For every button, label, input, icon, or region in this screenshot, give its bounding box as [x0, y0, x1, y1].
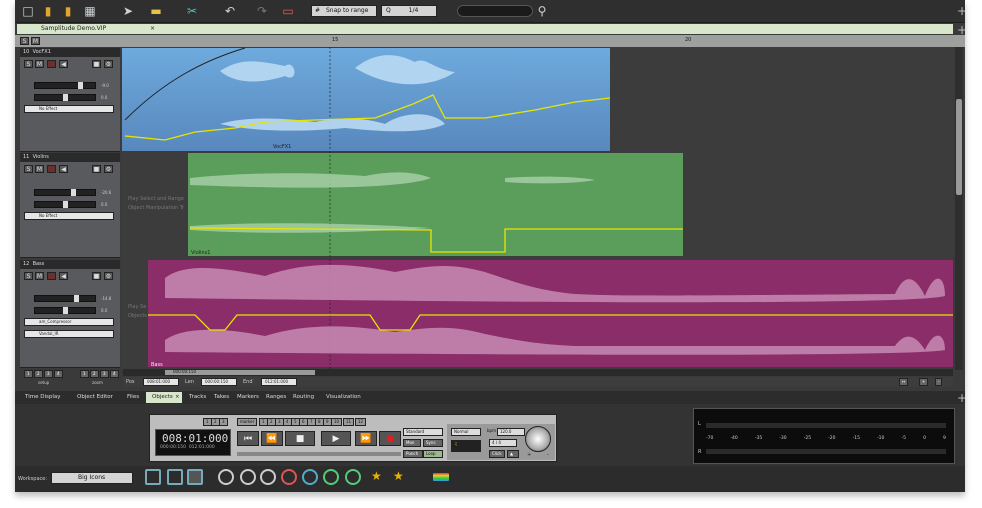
pre-button[interactable]: 3 — [219, 418, 228, 426]
standard-select[interactable]: Standard — [403, 428, 443, 436]
time-display[interactable]: 008:01:000 000:00:150 012:01:000 — [155, 429, 231, 456]
meter-right-label: R — [698, 449, 702, 455]
waveform — [190, 172, 595, 188]
punch-button[interactable]: Punch — [403, 450, 423, 458]
object-label: Bass — [151, 362, 163, 368]
setup-slot[interactable]: 4 — [54, 370, 63, 378]
move-icon[interactable] — [218, 469, 234, 485]
workspace-label: Workspace: — [18, 476, 48, 482]
marker-buttons: 1 2 3 4 5 6 7 8 9 10 11 12 — [259, 418, 399, 426]
record-button[interactable]: ● — [379, 431, 401, 446]
tab-routing[interactable]: Routing — [287, 392, 320, 403]
bpm-value[interactable]: 120.0 — [497, 428, 525, 436]
meter-scale: -70 -40 -35 -30 -25 -20 -15 -10 -5 0 9 — [706, 436, 946, 441]
tab-object-editor[interactable]: Object Editor — [71, 392, 119, 403]
tab-time-display[interactable]: Time Display — [19, 392, 66, 403]
end-value[interactable]: 012:01:000 — [261, 378, 297, 386]
loop-icon[interactable] — [302, 469, 318, 485]
stop-icon[interactable] — [281, 469, 297, 485]
pos-label: Pos — [126, 379, 135, 385]
waveform — [220, 55, 455, 85]
fader-icon[interactable] — [167, 469, 183, 485]
curve-line — [124, 47, 246, 121]
zoom-out-icon[interactable]: - — [935, 378, 943, 386]
tab-close-icon[interactable]: × — [173, 392, 182, 403]
level-meter: L R -70 -40 -35 -30 -25 -20 -15 -10 -5 0 9 — [693, 408, 955, 464]
snap-icon[interactable] — [345, 469, 361, 485]
marker-button[interactable]: 12 — [355, 418, 367, 426]
len-value[interactable]: 000:00:150 — [201, 378, 237, 386]
position-bar: Pos 008:01:000 Len 000:00:150 End 012:01… — [123, 377, 953, 387]
click-button[interactable]: Click — [489, 450, 505, 458]
len-label: Len — [185, 379, 194, 385]
zoom-in-icon[interactable]: + — [919, 378, 929, 386]
zoom-slot[interactable]: 1 — [80, 370, 89, 378]
setup-label: setup — [38, 380, 50, 385]
setup-slot[interactable]: 1 — [24, 370, 33, 378]
eye-icon[interactable] — [260, 469, 276, 485]
end-label: End — [243, 379, 253, 385]
pos-value[interactable]: 008:01:000 — [143, 378, 179, 386]
zoom-slot[interactable]: 2 — [90, 370, 99, 378]
envelope — [148, 314, 953, 331]
waveform — [165, 326, 945, 355]
tab-files[interactable]: Files — [121, 392, 145, 403]
stop-button[interactable]: ■ — [285, 431, 315, 446]
object-label: Violins1 — [191, 250, 211, 256]
waveform — [165, 264, 945, 303]
view-icon[interactable] — [323, 469, 339, 485]
waveform — [220, 114, 445, 132]
normal-select[interactable]: Normal — [451, 428, 481, 436]
knob-minus: - — [547, 452, 549, 458]
zoom-fit-icon[interactable]: ↔ — [899, 378, 909, 386]
arrangement-overlay — [124, 47, 953, 370]
scroll-time: 000:00:150 — [173, 369, 197, 374]
mixer-icon[interactable] — [145, 469, 161, 485]
edit-icon[interactable] — [187, 469, 203, 485]
workspace-select[interactable]: Big Icons — [51, 472, 133, 484]
setup-slot[interactable]: 2 — [34, 370, 43, 378]
object-label: VocFX1 — [273, 144, 292, 150]
meter-left-label: L — [698, 421, 701, 427]
zoom-slot[interactable]: 3 — [100, 370, 109, 378]
app-window: □ ▮ ▮ ▦ ➤ ▬ ✂ ↶ ↷ ▭ # Snap to range Q 1/… — [15, 0, 965, 492]
setup-panel: 1 2 3 4 1 2 3 4 setup zoom — [20, 370, 120, 388]
rewind-button[interactable]: ⏪ — [261, 431, 283, 446]
horizontal-scrollbar[interactable]: 000:00:150 — [123, 369, 953, 376]
join-icon[interactable]: ★ — [393, 469, 409, 485]
loop-button[interactable]: Loop — [423, 450, 443, 458]
transport-slider[interactable] — [237, 452, 401, 456]
time-sub-right: 012:01:000 — [188, 445, 215, 450]
split-icon[interactable]: ★ — [371, 469, 387, 485]
rewind-start-button[interactable]: ⏮ — [237, 431, 259, 446]
mon-button[interactable]: Mon — [403, 439, 421, 447]
time-signature[interactable]: 4 / 4 — [489, 439, 517, 447]
play-button[interactable]: ▶ — [321, 431, 351, 446]
metronome-icon[interactable]: ▲ — [507, 450, 519, 458]
marker-button[interactable]: 11 — [343, 418, 355, 426]
setup-slot[interactable]: 3 — [44, 370, 53, 378]
tab-visualization[interactable]: Visualization — [320, 392, 367, 403]
knob-plus: + — [527, 452, 532, 458]
time-sub-left: 000:00:150 — [160, 445, 186, 450]
time-value: 008:01:000 — [162, 432, 229, 445]
forward-button[interactable]: ⏩ — [355, 431, 377, 446]
rainbow-icon[interactable] — [433, 473, 449, 481]
zoom-tool-icon[interactable] — [240, 469, 256, 485]
envelope — [124, 94, 611, 141]
sync-button[interactable]: Sync — [423, 439, 443, 447]
zoom-label: zoom — [92, 380, 103, 385]
master-knob[interactable] — [525, 426, 551, 452]
tempo-icon: ♫ — [451, 440, 481, 452]
marker-label[interactable]: marker — [237, 418, 258, 426]
zoom-slot[interactable]: 4 — [110, 370, 119, 378]
marker-button[interactable]: 10 — [331, 418, 343, 426]
